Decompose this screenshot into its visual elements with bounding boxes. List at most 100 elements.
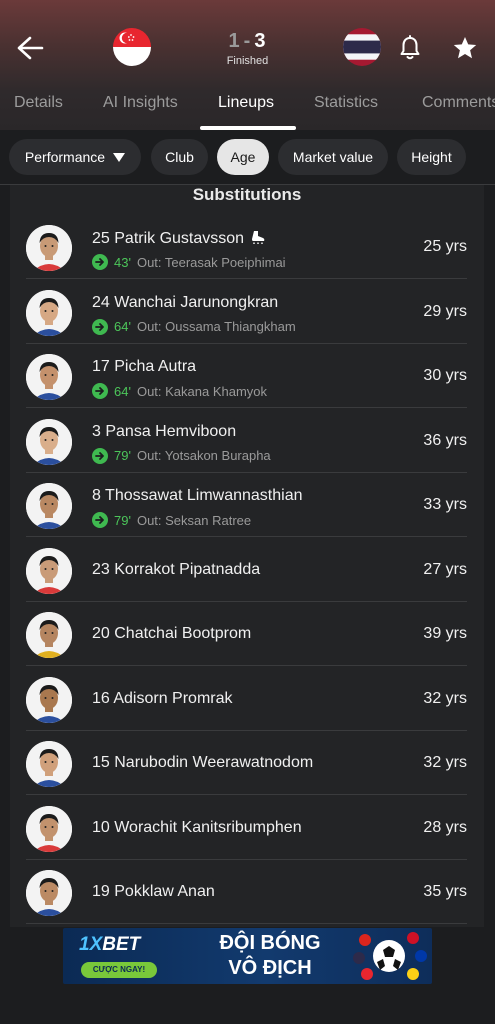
- player-age: 27 yrs: [423, 560, 467, 578]
- player-row[interactable]: 20 Chatchai Bootprom 39 yrs: [26, 602, 467, 666]
- substitution-minute: 79': [114, 448, 131, 463]
- player-name-text: 8 Thossawat Limwannasthian: [92, 487, 303, 504]
- substituted-out-player: Out: Yotsakon Burapha: [136, 448, 271, 463]
- filter-chip-age[interactable]: Age: [217, 139, 269, 175]
- substitution-arrow-icon: [92, 383, 108, 399]
- tab-ai-insights[interactable]: AI Insights: [103, 94, 178, 112]
- thailand-flag-icon[interactable]: [343, 28, 381, 66]
- player-row[interactable]: 3 Pansa Hemviboon 79' Out: Yotsakon Buraph…: [26, 409, 467, 473]
- player-age: 36 yrs: [423, 431, 467, 449]
- player-name: 24 Wanchai Jarunongkran: [92, 294, 278, 312]
- player-avatar: [26, 870, 72, 916]
- caret-down-icon: [113, 152, 126, 162]
- player-avatar: [26, 612, 72, 658]
- player-name: 16 Adisorn Promrak: [92, 690, 233, 708]
- substitution-arrow-icon: [92, 318, 108, 335]
- away-score: 3: [254, 30, 267, 52]
- performance-dropdown-label: Performance: [24, 149, 106, 165]
- player-name-text: 25 Patrik Gustavsson: [92, 230, 245, 247]
- player-name-text: 3 Pansa Hemviboon: [92, 422, 237, 440]
- substitution-info: 79' Out: Yotsakon Burapha: [92, 447, 271, 464]
- tab-details[interactable]: Details: [14, 94, 63, 112]
- player-avatar: [26, 225, 72, 271]
- substitution-arrow-icon: [92, 254, 108, 270]
- player-name-text: 16 Adisorn Promrak: [92, 689, 233, 707]
- player-row[interactable]: 17 Picha Autra 64' Out: Kakana Khamyok 30 y…: [26, 344, 467, 408]
- substitution-info: 43' Out: Teerasak Poeiphimai: [92, 254, 286, 270]
- player-name: 17 Picha Autra: [92, 358, 196, 376]
- ad-cta-button[interactable]: CƯỢC NGAY!: [81, 962, 157, 978]
- tab-comments[interactable]: Comments: [422, 94, 495, 112]
- substituted-out-player: Out: Oussama Thiangkham: [136, 319, 296, 334]
- player-name-text: 23 Korrakot Pipatnadda: [92, 560, 261, 578]
- player-name: 23 Korrakot Pipatnadda: [92, 561, 260, 579]
- player-row[interactable]: 10 Worachit Kanitsribumphen 28 yrs: [26, 796, 467, 860]
- player-avatar: [26, 354, 72, 400]
- player-name-text: 17 Picha Autra: [92, 358, 197, 375]
- ad-brand-logo: 1XBET: [79, 934, 141, 955]
- player-age: 32 yrs: [423, 754, 467, 771]
- player-row[interactable]: 19 Pokklaw Anan 35 yrs: [26, 860, 467, 924]
- back-arrow-icon[interactable]: [16, 35, 44, 61]
- match-header: 1-3 Finished Details AI Insights Lineups…: [0, 0, 495, 130]
- player-name-text: 20 Chatchai Bootprom: [92, 625, 252, 642]
- filter-chip-club[interactable]: Club: [151, 139, 208, 175]
- player-age: 39 yrs: [423, 625, 467, 642]
- player-row[interactable]: 24 Wanchai Jarunongkran 64' Out: Oussama T…: [26, 280, 467, 344]
- player-age: 29 yrs: [423, 302, 467, 320]
- player-name: 15 Narubodin Weerawatnodom: [92, 754, 313, 772]
- star-icon[interactable]: [452, 35, 478, 61]
- filter-bar: Performance Club Age Market value Height: [0, 130, 495, 185]
- player-row[interactable]: 15 Narubodin Weerawatnodom 32 yrs: [26, 731, 467, 795]
- player-name: 10 Worachit Kanitsribumphen: [92, 819, 302, 837]
- substitution-arrow-icon: [92, 447, 108, 464]
- player-name: 19 Pokklaw Anan: [92, 883, 215, 901]
- substituted-out-player: Out: Kakana Khamyok: [136, 383, 268, 399]
- substitution-minute: 64': [114, 383, 131, 399]
- score-separator: -: [243, 30, 252, 52]
- filter-chip-height[interactable]: Height: [397, 139, 466, 175]
- player-age: 30 yrs: [423, 367, 467, 384]
- substitutions-list: Substitutions 25 Patrik Gustavsson 43' Out…: [10, 185, 484, 927]
- player-age: 32 yrs: [423, 689, 467, 707]
- substituted-out-player: Out: Teerasak Poeiphimai: [136, 254, 286, 270]
- tab-bar: Details AI Insights Lineups Statistics C…: [0, 82, 495, 130]
- singapore-flag-icon[interactable]: [113, 28, 151, 66]
- player-name-text: 19 Pokklaw Anan: [92, 883, 215, 900]
- home-score: 1: [228, 30, 241, 52]
- player-age: 28 yrs: [423, 818, 467, 836]
- player-avatar: [26, 741, 72, 787]
- substitution-info: 64' Out: Kakana Khamyok: [92, 383, 267, 399]
- player-avatar: [26, 289, 72, 336]
- player-avatar: [26, 805, 72, 852]
- football-boot-icon: [252, 231, 265, 244]
- player-row[interactable]: 16 Adisorn Promrak 32 yrs: [26, 667, 467, 731]
- player-avatar: [26, 483, 72, 529]
- bell-icon[interactable]: [398, 35, 422, 61]
- performance-dropdown[interactable]: Performance: [9, 139, 141, 175]
- player-avatar: [26, 418, 72, 465]
- player-name-text: 24 Wanchai Jarunongkran: [92, 293, 279, 311]
- substitution-info: 64' Out: Oussama Thiangkham: [92, 318, 296, 335]
- football-flags-illustration: [353, 932, 427, 980]
- player-name: 25 Patrik Gustavsson: [92, 229, 266, 248]
- ad-headline-line2: VÔ ĐỊCH: [228, 957, 312, 979]
- player-row[interactable]: 23 Korrakot Pipatnadda 27 yrs: [26, 538, 467, 602]
- tab-lineups[interactable]: Lineups: [218, 94, 274, 112]
- match-score: 1-3: [200, 30, 295, 53]
- ad-banner[interactable]: 1XBET CƯỢC NGAY! ĐỘI BÓNG VÔ ĐỊCH: [63, 928, 432, 984]
- player-name: 8 Thossawat Limwannasthian: [92, 487, 303, 505]
- player-age: 25 yrs: [423, 238, 467, 255]
- player-name: 20 Chatchai Bootprom: [92, 625, 251, 643]
- player-avatar: [26, 547, 72, 594]
- player-row[interactable]: 8 Thossawat Limwannasthian 79' Out: Seksan…: [26, 473, 467, 537]
- filter-chip-market-value[interactable]: Market value: [278, 139, 388, 175]
- substituted-out-player: Out: Seksan Ratree: [136, 512, 252, 528]
- substitution-arrow-icon: [92, 512, 108, 528]
- player-row[interactable]: 25 Patrik Gustavsson 43' Out: Teerasak Poe…: [26, 215, 467, 279]
- tab-statistics[interactable]: Statistics: [314, 94, 378, 112]
- substitution-minute: 43': [114, 254, 131, 270]
- substitution-minute: 64': [114, 319, 131, 334]
- substitution-info: 79' Out: Seksan Ratree: [92, 512, 251, 528]
- player-name-text: 15 Narubodin Weerawatnodom: [92, 754, 314, 771]
